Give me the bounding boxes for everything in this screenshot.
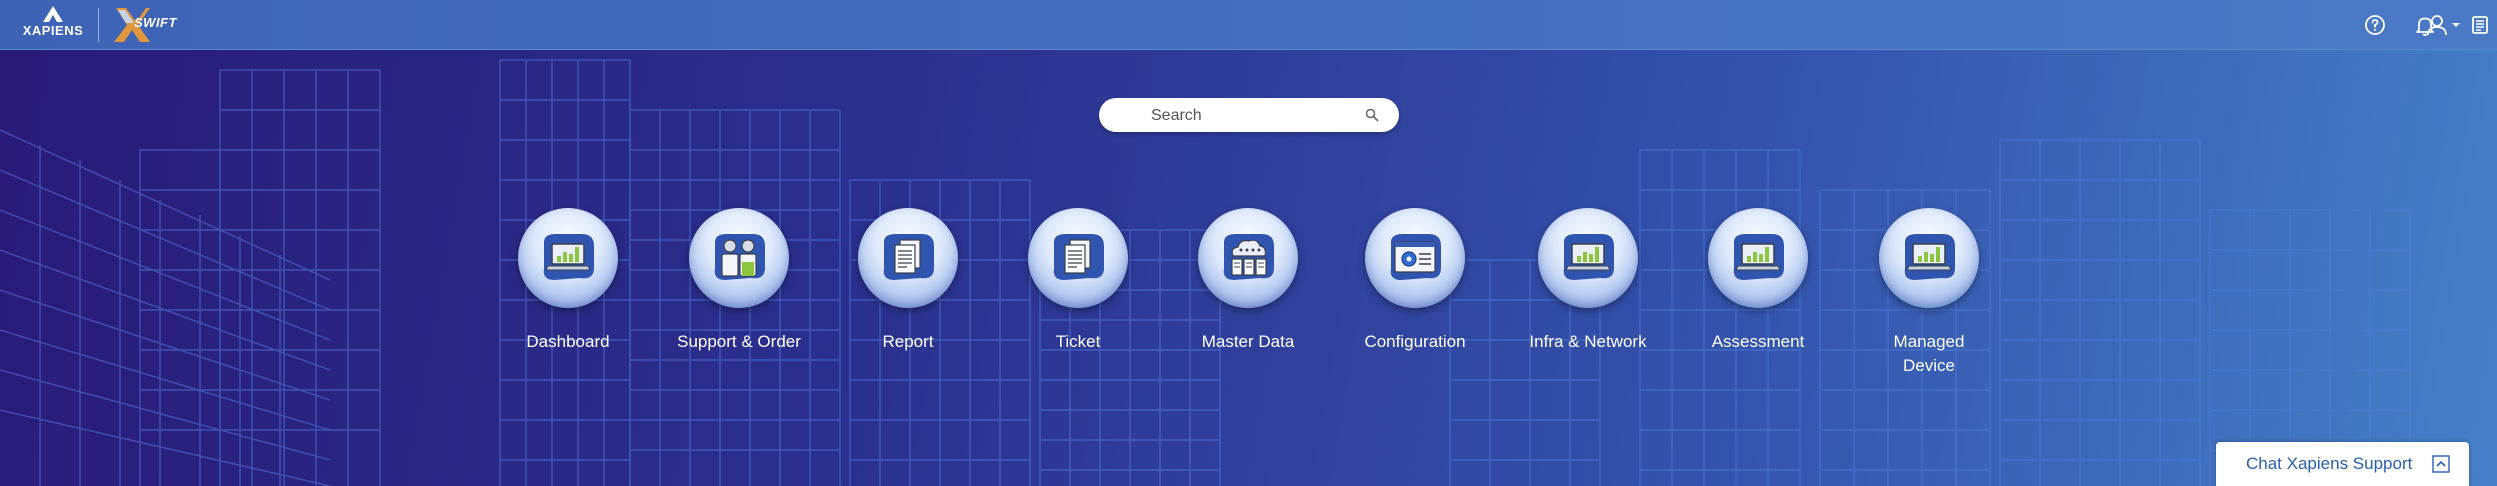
module-ticket[interactable]: Ticket [998,208,1158,354]
support-order-icon [714,234,765,280]
module-label: Ticket [1055,332,1101,351]
module-icon-circle [1198,208,1298,308]
module-label: Managed Device [1893,332,1965,375]
chevron-down-icon [2452,23,2460,27]
chat-support-button[interactable]: Chat Xapiens Support [2216,442,2469,486]
module-master-data[interactable]: Master Data [1168,208,1328,354]
brand-name: XAPIENS [22,23,84,38]
laptop-chart-icon [1904,234,1955,280]
module-label: Assessment [1711,332,1805,351]
xapiens-mark-icon [43,6,63,22]
module-support-order[interactable]: Support & Order [659,208,819,354]
logo-divider [98,8,99,42]
module-icon-circle [1879,208,1979,308]
configuration-gear-icon [1390,234,1441,280]
user-icon [2427,15,2460,36]
module-infra-network[interactable]: Infra & Network [1508,208,1668,354]
module-label: Configuration [1364,332,1466,351]
module-label: Infra & Network [1529,332,1647,351]
product-name: SWIFT [134,15,177,30]
module-label: Report [882,332,934,351]
help-icon[interactable] [2363,13,2387,37]
ticket-document-icon [1053,234,1104,280]
module-dashboard[interactable]: Dashboard [488,208,648,354]
module-icon-circle [858,208,958,308]
user-menu[interactable] [2425,12,2465,38]
top-bar: XAPIENS SWIFT [0,0,2497,50]
module-label: Support & Order [677,332,801,351]
module-label: Dashboard [526,332,610,351]
module-assessment[interactable]: Assessment [1678,208,1838,354]
module-icon-circle [1365,208,1465,308]
search-icon[interactable] [1365,108,1379,122]
report-document-icon [883,234,934,280]
module-managed-device[interactable]: Managed Device [1849,208,2009,378]
module-icon-circle [1028,208,1128,308]
module-icon-circle [689,208,789,308]
chat-support-label: Chat Xapiens Support [2246,454,2413,473]
module-configuration[interactable]: Configuration [1335,208,1495,354]
module-icon-circle [1538,208,1638,308]
module-icon-circle [518,208,618,308]
expand-up-icon[interactable] [2432,455,2450,473]
module-report[interactable]: Report [828,208,988,354]
cloud-server-icon [1223,234,1274,280]
search-input[interactable] [1149,98,1353,134]
laptop-chart-icon [1733,234,1784,280]
search-bar[interactable] [1099,98,1399,134]
swift-logo[interactable]: SWIFT [112,6,182,44]
module-icon-circle [1708,208,1808,308]
laptop-chart-icon [543,234,594,280]
laptop-chart-icon [1563,234,1614,280]
document-icon[interactable] [2468,13,2492,37]
xapiens-logo[interactable]: XAPIENS [22,6,84,44]
module-label: Master Data [1201,332,1295,351]
